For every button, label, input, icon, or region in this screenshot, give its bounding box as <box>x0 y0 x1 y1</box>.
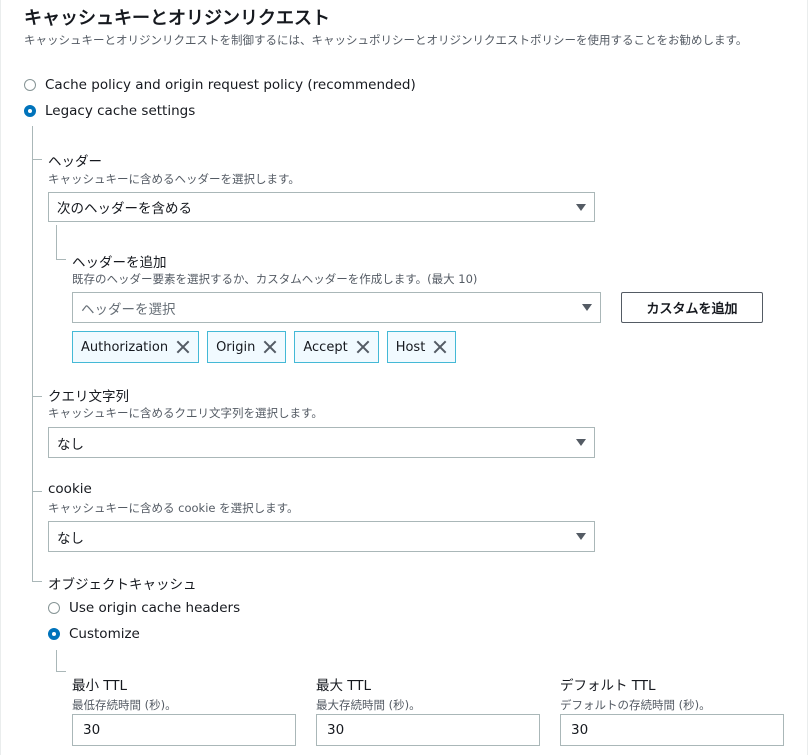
tree-line-legacy <box>32 126 33 581</box>
ttl-max-input[interactable]: 30 <box>316 714 540 746</box>
query-select-value: なし <box>57 436 84 453</box>
ttl-min-value: 30 <box>83 722 101 738</box>
header-token-label: Host <box>395 339 426 355</box>
close-icon[interactable] <box>433 340 447 354</box>
radio-legacy-cache-circle[interactable] <box>24 105 36 117</box>
headers-select[interactable]: 次のヘッダーを含める <box>48 192 595 222</box>
tree-branch-headers <box>32 159 42 160</box>
add-header-label: ヘッダーを追加 <box>72 255 167 271</box>
ttl-min-label: 最小 TTL <box>72 678 128 694</box>
close-icon[interactable] <box>356 340 370 354</box>
cookie-label: cookie <box>48 481 92 497</box>
ttl-max-label: 最大 TTL <box>316 678 372 694</box>
ttl-default-description: デフォルトの存続時間 (秒)。 <box>560 698 711 712</box>
radio-cache-policy[interactable]: Cache policy and origin request policy (… <box>24 77 416 93</box>
tree-branch-add-header <box>56 259 66 260</box>
header-token-label: Authorization <box>81 339 169 355</box>
header-token-list: Authorization Origin Accept Host <box>72 331 457 363</box>
header-token: Host <box>386 331 457 363</box>
ttl-max-field: 最大 TTL 最大存続時間 (秒)。 <box>316 674 421 713</box>
query-select[interactable]: なし <box>48 427 595 458</box>
caret-down-icon <box>576 533 586 540</box>
radio-customize-label: Customize <box>69 626 140 642</box>
query-description: キャッシュキーに含めるクエリ文字列を選択します。 <box>48 406 323 420</box>
close-icon[interactable] <box>263 340 277 354</box>
radio-customize-circle[interactable] <box>48 628 60 640</box>
add-header-description: 既存のヘッダー要素を選択するか、カスタムヘッダーを作成します。(最大 10) <box>72 272 478 286</box>
header-select-input[interactable]: ヘッダーを選択 <box>72 292 601 323</box>
cookie-select-value: なし <box>57 530 84 547</box>
tree-branch-object-cache <box>32 581 42 582</box>
radio-legacy-cache-label: Legacy cache settings <box>45 103 196 119</box>
radio-cache-policy-label: Cache policy and origin request policy (… <box>45 77 416 93</box>
close-icon[interactable] <box>176 340 190 354</box>
headers-label: ヘッダー <box>48 154 102 170</box>
caret-down-icon <box>582 304 592 311</box>
add-custom-header-button[interactable]: カスタムを追加 <box>621 292 763 323</box>
headers-description: キャッシュキーに含めるヘッダーを選択します。 <box>48 172 300 186</box>
query-label: クエリ文字列 <box>48 389 129 405</box>
radio-origin-cache-headers-circle[interactable] <box>48 602 60 614</box>
section-title: キャッシュキーとオリジンリクエスト <box>24 8 330 29</box>
object-cache-label: オブジェクトキャッシュ <box>48 577 197 593</box>
tree-branch-cookie <box>32 491 42 492</box>
cookie-description: キャッシュキーに含める cookie を選択します。 <box>48 501 299 515</box>
radio-origin-cache-headers[interactable]: Use origin cache headers <box>48 600 240 616</box>
radio-cache-policy-circle[interactable] <box>24 79 36 91</box>
cookie-select[interactable]: なし <box>48 521 595 552</box>
headers-select-value: 次のヘッダーを含める <box>57 201 192 217</box>
caret-down-icon <box>576 439 586 446</box>
header-token-label: Accept <box>303 339 348 355</box>
tree-branch-query <box>32 396 42 397</box>
ttl-default-label: デフォルト TTL <box>560 678 656 694</box>
caret-down-icon <box>576 203 586 211</box>
ttl-max-description: 最大存続時間 (秒)。 <box>316 698 421 712</box>
header-select-placeholder: ヘッダーを選択 <box>81 301 176 318</box>
ttl-min-field: 最小 TTL 最低存続時間 (秒)。 <box>72 674 177 713</box>
section-description: キャッシュキーとオリジンリクエストを制御するには、キャッシュポリシーとオリジンリ… <box>24 33 748 47</box>
tree-branch-customize <box>56 671 66 672</box>
radio-legacy-cache[interactable]: Legacy cache settings <box>24 103 195 119</box>
header-token: Authorization <box>72 331 200 363</box>
header-token-label: Origin <box>216 339 256 355</box>
ttl-default-value: 30 <box>571 722 589 738</box>
ttl-default-field: デフォルト TTL デフォルトの存続時間 (秒)。 <box>560 674 711 713</box>
ttl-default-input[interactable]: 30 <box>560 714 784 746</box>
header-token: Origin <box>207 331 287 363</box>
ttl-max-value: 30 <box>327 722 345 738</box>
header-token: Accept <box>294 331 379 363</box>
ttl-min-description: 最低存続時間 (秒)。 <box>72 698 177 712</box>
tree-line-customize <box>56 650 57 672</box>
tree-line-add-header <box>56 225 57 260</box>
ttl-min-input[interactable]: 30 <box>72 714 296 746</box>
radio-customize[interactable]: Customize <box>48 626 140 642</box>
radio-origin-cache-headers-label: Use origin cache headers <box>69 600 241 616</box>
